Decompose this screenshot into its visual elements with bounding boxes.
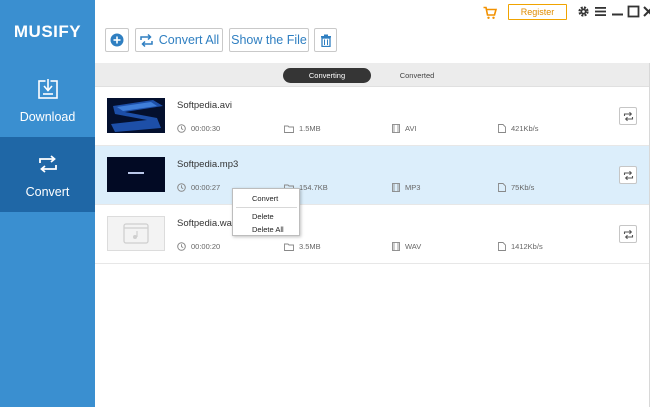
convert-icon (623, 111, 633, 121)
file-row[interactable]: Softpedia.mp3 00:00:27 154.7KB MP3 75Kb/… (95, 146, 650, 205)
context-menu: Convert Delete Delete All (232, 188, 300, 236)
convert-icon (38, 155, 57, 173)
add-icon (110, 33, 124, 47)
minimize-icon[interactable] (611, 5, 624, 18)
convert-file-button[interactable] (619, 166, 637, 184)
size-value: 154.7KB (299, 183, 328, 192)
close-icon[interactable] (642, 5, 650, 18)
sidebar-item-convert[interactable]: Convert (0, 137, 95, 212)
sidebar-item-download[interactable]: Download (0, 62, 95, 137)
clock-icon (177, 242, 186, 251)
music-file-icon (123, 223, 149, 244)
convert-file-button[interactable] (619, 107, 637, 125)
window-controls: Register (350, 4, 650, 22)
context-menu-delete-all[interactable]: Delete All (252, 225, 284, 234)
document-icon (498, 124, 506, 133)
file-name: Softpedia.avi (177, 100, 232, 111)
bitrate-value: 1412Kb/s (511, 242, 543, 251)
file-name: Softpedia.wav (177, 218, 237, 229)
toolbar: Convert All Show the File Register (95, 0, 650, 63)
video-thumbnail (107, 157, 165, 192)
size-value: 1.5MB (299, 124, 321, 133)
film-icon (392, 124, 400, 133)
bitrate: 1412Kb/s (498, 242, 543, 251)
folder-icon (284, 125, 294, 133)
convert-file-button[interactable] (619, 225, 637, 243)
file-format: MP3 (392, 183, 420, 192)
duration: 00:00:30 (177, 124, 220, 133)
duration: 00:00:20 (177, 242, 220, 251)
file-format: AVI (392, 124, 417, 133)
download-icon (37, 78, 58, 99)
folder-icon (284, 243, 294, 251)
duration-value: 00:00:27 (191, 183, 221, 192)
gear-icon[interactable] (577, 5, 590, 18)
video-thumbnail (107, 98, 165, 133)
tab-converted[interactable]: Converted (383, 68, 451, 83)
format-value: WAV (405, 242, 422, 251)
context-menu-delete[interactable]: Delete (252, 212, 274, 221)
file-row[interactable]: Softpedia.wav 00:00:20 3.5MB WAV 1412Kb/… (95, 205, 650, 264)
bitrate-value: 75Kb/s (511, 183, 535, 192)
convert-all-button[interactable]: Convert All (135, 28, 223, 52)
register-button[interactable]: Register (508, 4, 567, 20)
duration: 00:00:27 (177, 183, 220, 192)
tab-converting[interactable]: Converting (283, 68, 371, 83)
add-file-button[interactable] (105, 28, 129, 52)
trash-icon (320, 34, 331, 47)
bitrate: 421Kb/s (498, 124, 539, 133)
duration-value: 00:00:30 (191, 124, 221, 133)
show-file-button[interactable]: Show the File (229, 28, 309, 52)
bitrate: 75Kb/s (498, 183, 534, 192)
document-icon (498, 242, 506, 251)
menu-icon[interactable] (594, 5, 607, 18)
film-icon (392, 242, 400, 251)
document-icon (498, 183, 506, 192)
file-size: 1.5MB (284, 124, 321, 133)
convert-icon (623, 229, 633, 239)
maximize-icon[interactable] (627, 5, 640, 18)
clock-icon (177, 183, 186, 192)
audio-thumbnail (107, 216, 165, 251)
sidebar-item-label: Download (19, 110, 76, 124)
file-format: WAV (392, 242, 421, 251)
sidebar-item-label: Convert (25, 185, 70, 199)
clock-icon (177, 124, 186, 133)
bitrate-value: 421Kb/s (511, 124, 539, 133)
file-row[interactable]: Softpedia.avi 00:00:30 1.5MB AVI 421Kb/s (95, 87, 650, 146)
format-value: AVI (405, 124, 417, 133)
cart-icon[interactable] (483, 6, 497, 20)
tab-bar: Converting Converted (95, 63, 650, 87)
menu-divider (236, 207, 297, 208)
convert-icon (623, 170, 633, 180)
film-icon (392, 183, 400, 192)
duration-value: 00:00:20 (191, 242, 221, 251)
context-menu-convert[interactable]: Convert (252, 194, 278, 203)
file-name: Softpedia.mp3 (177, 159, 239, 170)
size-value: 3.5MB (299, 242, 321, 251)
file-size: 3.5MB (284, 242, 321, 251)
delete-button[interactable] (314, 28, 337, 52)
convert-icon (140, 33, 153, 47)
sidebar: MUSIFY Download Convert (0, 0, 95, 407)
app-logo: MUSIFY (13, 22, 82, 41)
format-value: MP3 (405, 183, 421, 192)
convert-all-label: Convert All (158, 33, 220, 47)
